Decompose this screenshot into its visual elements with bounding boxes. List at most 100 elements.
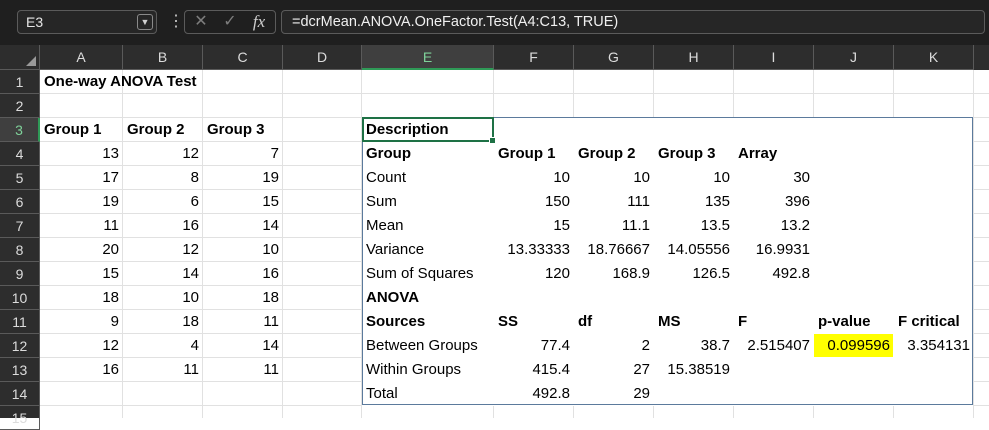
enter-check-icon[interactable]: ✓ [216,11,244,33]
row-header-3[interactable]: 3 [0,118,40,142]
cell-f5[interactable]: 10 [494,166,574,190]
cell-a13[interactable]: 16 [40,358,123,382]
cell-j12[interactable]: 0.099596 [814,334,894,358]
cell-c8[interactable]: 10 [203,238,283,262]
column-header-a[interactable]: A [40,45,123,70]
cell-a5[interactable]: 17 [40,166,123,190]
cell-b6[interactable]: 6 [123,190,203,214]
row-header-13[interactable]: 13 [0,358,40,382]
cell-c13[interactable]: 11 [203,358,283,382]
cell-f12[interactable]: 77.4 [494,334,574,358]
cell-g8[interactable]: 18.76667 [574,238,654,262]
cell-f13[interactable]: 415.4 [494,358,574,382]
column-header-j[interactable]: J [814,45,894,70]
cell-a10[interactable]: 18 [40,286,123,310]
cell-e9[interactable]: Sum of Squares [362,262,494,286]
row-header-10[interactable]: 10 [0,286,40,310]
row-header-5[interactable]: 5 [0,166,40,190]
desc-header-h[interactable]: Group 3 [654,142,734,166]
anova-label-cell[interactable]: ANOVA [362,286,494,310]
cell-a8[interactable]: 20 [40,238,123,262]
cell-f14[interactable]: 492.8 [494,382,574,406]
cell-g13[interactable]: 27 [574,358,654,382]
column-header-d[interactable]: D [283,45,362,70]
cell-b12[interactable]: 4 [123,334,203,358]
row-header-7[interactable]: 7 [0,214,40,238]
cell-c9[interactable]: 16 [203,262,283,286]
cell-a12[interactable]: 12 [40,334,123,358]
cell-h12[interactable]: 38.7 [654,334,734,358]
name-box[interactable]: E3 ▼ [17,10,157,34]
cell-b11[interactable]: 18 [123,310,203,334]
column-header-i[interactable]: I [734,45,814,70]
cell-c10[interactable]: 18 [203,286,283,310]
cell-f9[interactable]: 120 [494,262,574,286]
cell-g9[interactable]: 168.9 [574,262,654,286]
cell-i6[interactable]: 396 [734,190,814,214]
cell-e13[interactable]: Within Groups [362,358,494,382]
select-all-corner[interactable] [0,45,40,70]
cell-h9[interactable]: 126.5 [654,262,734,286]
cell-c7[interactable]: 14 [203,214,283,238]
cell-k12[interactable]: 3.354131 [894,334,974,358]
more-options-icon[interactable]: ⋮ [168,12,184,32]
cell-a9[interactable]: 15 [40,262,123,286]
cell-g5[interactable]: 10 [574,166,654,190]
row-header-4[interactable]: 4 [0,142,40,166]
chevron-down-icon[interactable]: ▼ [137,14,153,30]
cell-g14[interactable]: 29 [574,382,654,406]
cell-c5[interactable]: 19 [203,166,283,190]
cell-f7[interactable]: 15 [494,214,574,238]
row-header-2[interactable]: 2 [0,94,40,118]
cell-i7[interactable]: 13.2 [734,214,814,238]
cell-c4[interactable]: 7 [203,142,283,166]
spreadsheet-grid[interactable]: One-way ANOVA Test Group 1 Group 2 Group 31… [40,70,989,418]
cell-f6[interactable]: 150 [494,190,574,214]
cell-e7[interactable]: Mean [362,214,494,238]
desc-header-i[interactable]: Array [734,142,814,166]
cell-h6[interactable]: 135 [654,190,734,214]
input-header-b[interactable]: Group 2 [123,118,203,142]
input-header-a[interactable]: Group 1 [40,118,123,142]
anova-header-h[interactable]: MS [654,310,734,334]
cell-b8[interactable]: 12 [123,238,203,262]
column-header-k[interactable]: K [894,45,974,70]
cell-e5[interactable]: Count [362,166,494,190]
cell-a4[interactable]: 13 [40,142,123,166]
cell-e8[interactable]: Variance [362,238,494,262]
cell-g6[interactable]: 111 [574,190,654,214]
anova-header-e[interactable]: Sources [362,310,494,334]
cell-i9[interactable]: 492.8 [734,262,814,286]
anova-header-i[interactable]: F [734,310,814,334]
cell-h8[interactable]: 14.05556 [654,238,734,262]
anova-header-k[interactable]: F critical [894,310,974,334]
input-header-c[interactable]: Group 3 [203,118,283,142]
cell-h13[interactable]: 15.38519 [654,358,734,382]
description-label-cell[interactable]: Description [362,118,494,142]
insert-function-icon[interactable]: fx [245,11,273,33]
column-header-h[interactable]: H [654,45,734,70]
cell-e12[interactable]: Between Groups [362,334,494,358]
row-header-12[interactable]: 12 [0,334,40,358]
cell-f8[interactable]: 13.33333 [494,238,574,262]
title-cell[interactable]: One-way ANOVA Test [40,70,197,94]
desc-header-f[interactable]: Group 1 [494,142,574,166]
cell-a7[interactable]: 11 [40,214,123,238]
row-header-15[interactable]: 15 [0,406,40,430]
row-header-8[interactable]: 8 [0,238,40,262]
cell-e6[interactable]: Sum [362,190,494,214]
cell-b13[interactable]: 11 [123,358,203,382]
cell-g12[interactable]: 2 [574,334,654,358]
cell-i5[interactable]: 30 [734,166,814,190]
cell-h5[interactable]: 10 [654,166,734,190]
anova-header-g[interactable]: df [574,310,654,334]
cell-i12[interactable]: 2.515407 [734,334,814,358]
desc-header-e[interactable]: Group [362,142,494,166]
cell-c12[interactable]: 14 [203,334,283,358]
cell-h7[interactable]: 13.5 [654,214,734,238]
column-header-e[interactable]: E [362,45,494,70]
cell-c11[interactable]: 11 [203,310,283,334]
desc-header-g[interactable]: Group 2 [574,142,654,166]
cell-a11[interactable]: 9 [40,310,123,334]
cell-b7[interactable]: 16 [123,214,203,238]
